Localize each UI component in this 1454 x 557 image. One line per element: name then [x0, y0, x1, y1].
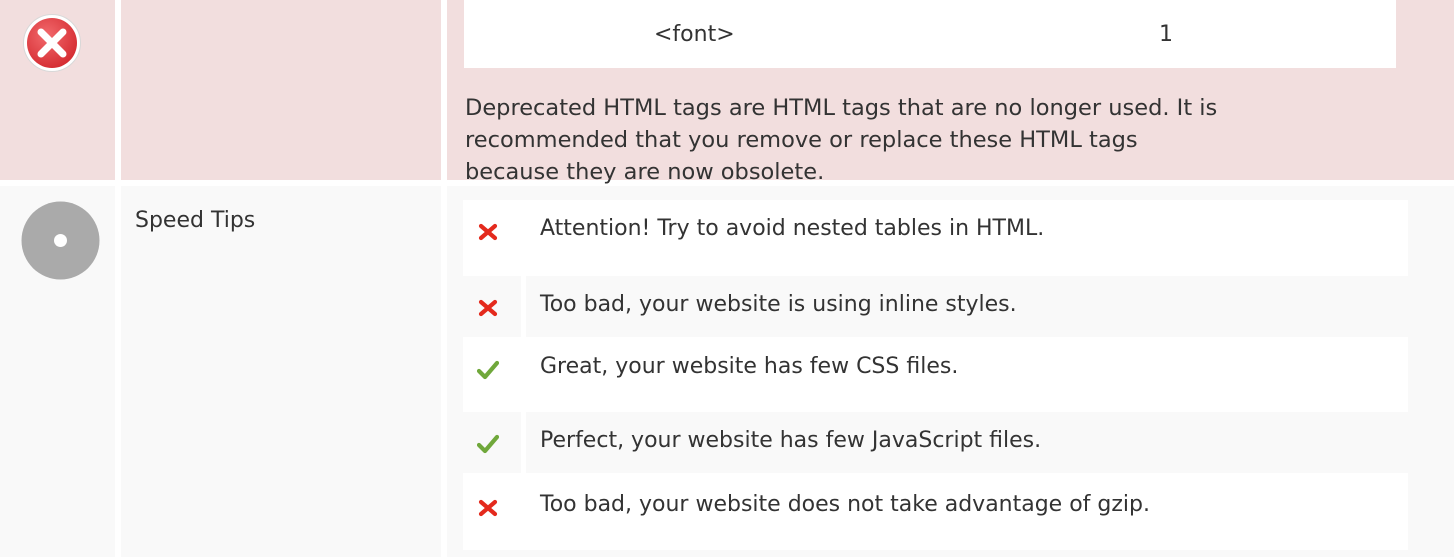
tip-item: Attention! Try to avoid nested tables in… [463, 200, 1408, 261]
deprecated-description: Deprecated HTML tags are HTML tags that … [465, 95, 1218, 185]
tag-name: <font> [654, 22, 735, 47]
tag-count: 1 [1159, 22, 1173, 47]
tip-text: Perfect, your website has few JavaScript… [540, 428, 1042, 453]
speed-tips-list: Attention! Try to avoid nested tables in… [463, 200, 1408, 550]
label-cell [121, 0, 441, 180]
tip-item: Too bad, your website is using inline st… [463, 276, 1408, 337]
content-cell: <font> 1 Deprecated HTML tags are HTML t… [447, 0, 1454, 185]
cross-icon [478, 223, 498, 241]
label-cell: Speed Tips [121, 186, 441, 557]
neutral-circle-icon [21, 201, 100, 280]
tip-text: Attention! Try to avoid nested tables in… [540, 216, 1045, 241]
status-cell [0, 0, 115, 180]
tip-text: Great, your website has few CSS files. [540, 354, 959, 379]
deprecated-tag-table: <font> 1 [464, 0, 1396, 68]
check-icon [477, 434, 499, 454]
cross-icon [478, 499, 498, 517]
speed-tips-row: Speed Tips Attention! Try to avoid neste… [0, 186, 1454, 557]
error-circle-icon [23, 14, 81, 72]
check-icon [477, 360, 499, 380]
tip-text: Too bad, your website is using inline st… [540, 292, 1017, 317]
tip-item: Perfect, your website has few JavaScript… [463, 412, 1408, 473]
tip-item: Great, your website has few CSS files. [463, 338, 1408, 399]
tip-text: Too bad, your website does not take adva… [540, 492, 1150, 517]
cross-icon [478, 299, 498, 317]
content-cell: Attention! Try to avoid nested tables in… [447, 186, 1454, 557]
tip-item: Too bad, your website does not take adva… [463, 476, 1408, 537]
deprecated-tags-row: <font> 1 Deprecated HTML tags are HTML t… [0, 0, 1454, 185]
section-title: Speed Tips [135, 208, 256, 233]
